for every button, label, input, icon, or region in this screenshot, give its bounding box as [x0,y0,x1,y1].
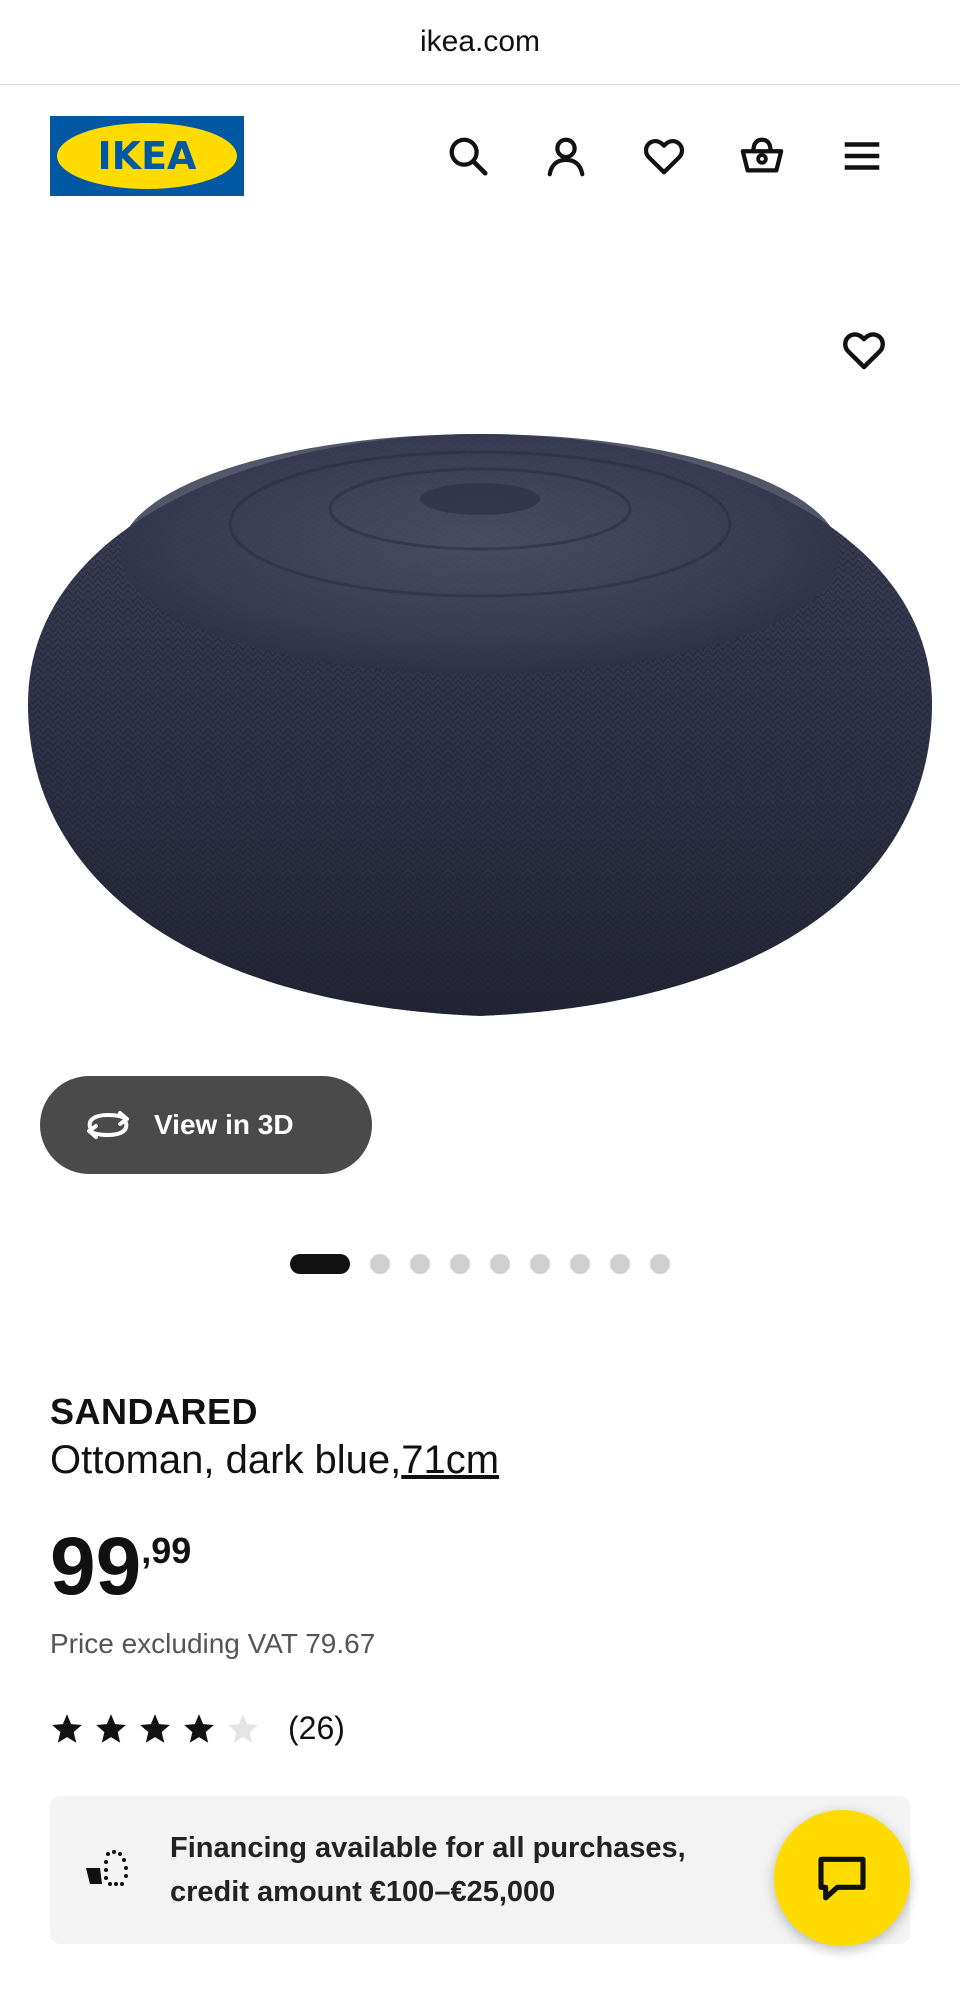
site-header: IKEA [0,84,960,224]
financing-icon [86,1850,128,1886]
search-icon [449,137,488,176]
carousel-dot[interactable] [450,1254,470,1274]
menu-button[interactable] [834,128,890,184]
heart-icon [643,139,685,175]
product-image-ottoman[interactable] [18,404,942,1064]
wishlist-button[interactable] [636,128,692,184]
heart-icon [843,332,885,370]
carousel-indicators [0,1254,960,1274]
chat-icon [818,1856,866,1901]
review-count: (26) [288,1710,345,1746]
product-size-link[interactable]: 71cm [401,1438,499,1482]
url-bar[interactable]: ikea.com [0,0,960,85]
view-in-3d-button[interactable]: View in 3D [40,1076,372,1174]
save-to-favourites-button[interactable] [838,324,890,376]
carousel-dot[interactable] [610,1254,630,1274]
product-gallery[interactable]: View in 3D [0,224,960,1304]
product-price: 99,99 [50,1522,191,1612]
carousel-dot[interactable] [290,1254,350,1274]
product-info: SANDARED Ottoman, dark blue,71cm [50,1390,910,1486]
search-button[interactable] [440,128,496,184]
star-filled-icon [96,1713,126,1743]
product-name: SANDARED [50,1391,259,1432]
product-type-text: Ottoman, dark blue, [50,1438,402,1482]
carousel-dot[interactable] [530,1254,550,1274]
ikea-logo[interactable]: IKEA [50,116,244,196]
account-icon [547,137,585,177]
menu-icon [844,142,880,170]
carousel-dot[interactable] [490,1254,510,1274]
carousel-dot[interactable] [410,1254,430,1274]
account-button[interactable] [538,128,594,184]
financing-line-1: Financing available for all purchases, [170,1832,686,1864]
carousel-dot[interactable] [650,1254,670,1274]
price-decimal: ,99 [141,1530,192,1571]
star-filled-icon [184,1713,214,1743]
view-in-3d-label: View in 3D [154,1109,294,1140]
star-filled-icon [52,1713,82,1743]
product-rating[interactable]: (26) [50,1710,345,1747]
star-empty-icon [228,1713,258,1743]
url-text: ikea.com [419,25,541,58]
svg-text:IKEA: IKEA [98,134,198,178]
carousel-dot[interactable] [570,1254,590,1274]
basket-button[interactable] [734,128,790,184]
product-description: Ottoman, dark blue,71cm [50,1434,910,1486]
financing-line-2: credit amount €100–€25,000 [170,1876,556,1908]
price-integer: 99 [50,1521,142,1612]
carousel-dot[interactable] [370,1254,390,1274]
basket-icon [740,137,784,173]
financing-text: Financing available for all purchases, c… [170,1826,730,1914]
rotate-3d-icon [87,1111,129,1139]
star-filled-icon [140,1713,170,1743]
chat-button[interactable] [774,1810,910,1946]
price-excluding-vat: Price excluding VAT 79.67 [50,1628,376,1659]
